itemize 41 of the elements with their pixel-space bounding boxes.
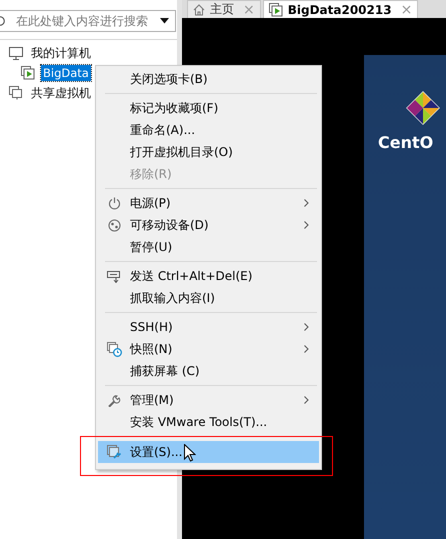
menu-item[interactable]: 快照(N): [98, 338, 319, 360]
menu-item[interactable]: 捕获屏幕 (C): [98, 360, 319, 382]
dropdown-arrow-icon: [160, 18, 169, 24]
brand-text: CentO: [378, 133, 434, 152]
chevron-right-icon: [304, 345, 309, 353]
menu-item[interactable]: 抓取输入内容(I): [98, 287, 319, 309]
wrench-icon: [108, 394, 120, 406]
search-field[interactable]: 在此处键入内容进行搜索: [0, 10, 176, 32]
menu-item[interactable]: 打开虚拟机目录(O): [98, 141, 319, 163]
chevron-right-icon: [304, 396, 309, 404]
menu-item[interactable]: 设置(S)...: [98, 441, 319, 463]
tree-item[interactable]: BigData: [41, 65, 91, 81]
snapshot-icon: [106, 342, 122, 356]
menu-item[interactable]: 电源(P): [98, 192, 319, 214]
menu-item[interactable]: 重命名(A)...: [98, 119, 319, 141]
chevron-right-icon: [304, 199, 309, 207]
chevron-right-icon: [304, 221, 309, 229]
tab[interactable]: BigData200213 ×: [262, 0, 418, 18]
menu-item[interactable]: 标记为收藏项(F): [98, 97, 319, 119]
power-icon: [108, 196, 120, 210]
tree-item[interactable]: 共享虚拟机: [29, 84, 93, 102]
vm-icon: [21, 66, 35, 80]
tree-item[interactable]: 我的计算机: [29, 44, 93, 62]
menu-item[interactable]: 发送 Ctrl+Alt+Del(E): [98, 265, 319, 287]
menu-item[interactable]: 关闭选项卡(B): [98, 68, 319, 90]
menu-item[interactable]: 安装 VMware Tools(T)...: [98, 411, 319, 433]
shared-vm-icon: [9, 86, 23, 100]
home-icon: [193, 4, 205, 16]
tab[interactable]: 主页 ×: [187, 0, 261, 18]
keyboard-send-icon: [107, 270, 121, 282]
vm-icon: [268, 2, 283, 16]
monitor-icon: [9, 46, 23, 60]
menu-item[interactable]: 管理(M): [98, 389, 319, 411]
settings-icon: [106, 444, 122, 460]
menu-item[interactable]: SSH(H): [98, 316, 319, 338]
disc-icon: [108, 218, 120, 232]
chevron-right-icon: [304, 323, 309, 331]
mouse-cursor-icon: [184, 444, 196, 462]
search-icon: [0, 16, 7, 26]
menu-item[interactable]: 暂停(U): [98, 236, 319, 258]
menu-item[interactable]: 可移动设备(D): [98, 214, 319, 236]
